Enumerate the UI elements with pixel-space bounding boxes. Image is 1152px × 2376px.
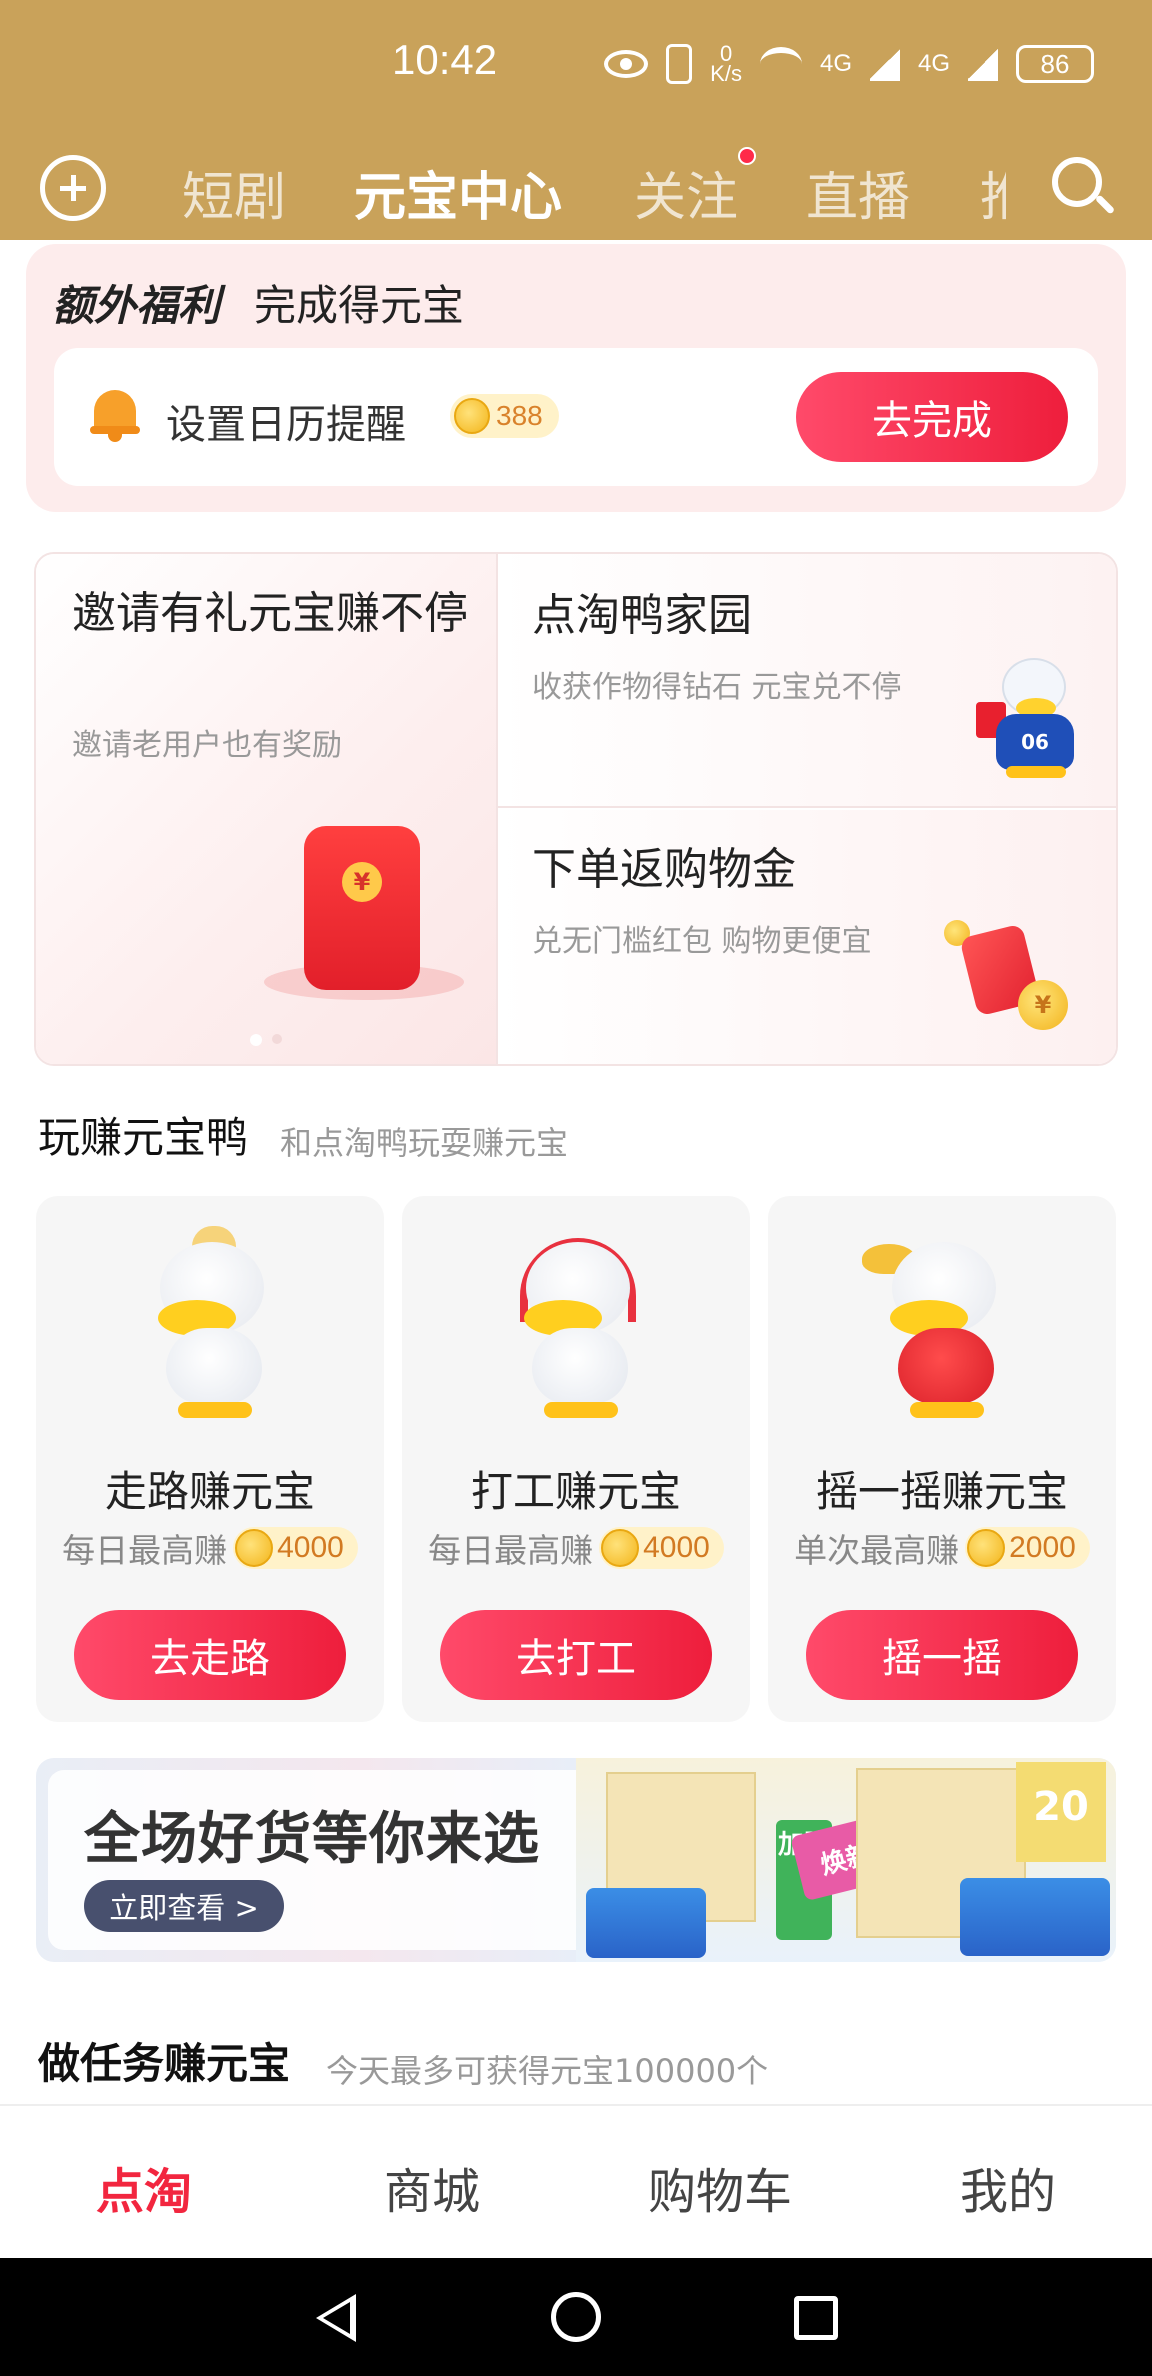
carousel-dots [250, 1034, 282, 1046]
banner-product-image: 加赠 焕新升级 20 [576, 1758, 1116, 1962]
count-tag: 20 [1016, 1762, 1106, 1862]
headphone-duck-icon [496, 1226, 656, 1426]
shake-button[interactable]: 摇一摇 [806, 1610, 1078, 1700]
battery-icon: 86 [1016, 45, 1094, 83]
fortune-duck-icon [862, 1226, 1022, 1426]
tab-coin-center[interactable]: 元宝中心 [354, 155, 562, 230]
yuan-coin-icon: ¥ [1018, 980, 1068, 1030]
top-nav: 短剧 元宝中心 关注 直播 推 [0, 135, 1152, 240]
extra-bonus-card: 额外福利 完成得元宝 设置日历提醒 388 去完成 [26, 244, 1126, 512]
reward-amount: 2000 [1009, 1531, 1076, 1564]
signal-icon-2: 4G [917, 50, 950, 77]
reward-amount: 4000 [643, 1531, 710, 1564]
task-label: 设置日历提醒 [166, 402, 406, 448]
coin-icon [454, 398, 490, 434]
game-limit: 每日最高赚 4000 [36, 1524, 384, 1572]
view-now-button[interactable]: 立即查看 > [84, 1880, 284, 1932]
bottom-nav-mall[interactable]: 商城 [288, 2152, 576, 2222]
limit-label: 每日最高赚 [428, 1531, 594, 1570]
play-section-subtitle: 和点淘鸭玩耍赚元宝 [280, 1124, 569, 1162]
play-section-title: 玩赚元宝鸭 [38, 1113, 249, 1162]
coin-icon [601, 1529, 640, 1567]
task-section-subtitle: 今天最多可获得元宝100000个 [326, 2052, 769, 2090]
search-icon[interactable] [1050, 155, 1116, 221]
invite-subtitle: 邀请老用户也有奖励 [72, 728, 342, 763]
extra-bonus-subtitle: 完成得元宝 [254, 281, 465, 330]
task-section-title: 做任务赚元宝 [38, 2039, 291, 2088]
back-icon-inner [323, 2302, 350, 2334]
game-card-work[interactable]: 打工赚元宝 每日最高赚 4000 去打工 [402, 1196, 750, 1722]
notification-dot [738, 147, 756, 165]
tissue-pack-image [586, 1888, 706, 1958]
banner-title: 全场好货等你来选 [84, 1807, 540, 1872]
reward-badge: 4000 [233, 1527, 358, 1569]
limit-label: 单次最高赚 [794, 1531, 960, 1570]
duck-home-title: 点淘鸭家园 [532, 590, 752, 641]
game-name: 打工赚元宝 [470, 1467, 681, 1516]
wifi-icon [759, 47, 802, 81]
cashback-subtitle: 兑无门槛红包 购物更便宜 [532, 924, 872, 959]
invite-promo[interactable]: 邀请有礼元宝赚不停 邀请老用户也有奖励 ¥ [36, 554, 496, 1064]
order-cashback-promo[interactable]: 下单返购物金 兑无门槛红包 购物更便宜 ¥ [498, 810, 1116, 1064]
go-walk-button[interactable]: 去走路 [74, 1610, 346, 1700]
invite-title: 邀请有礼元宝赚不停 [72, 588, 468, 639]
reward-amount: 4000 [277, 1531, 344, 1564]
packet-seal: ¥ [342, 862, 382, 902]
game-name: 走路赚元宝 [104, 1467, 315, 1516]
bottom-nav: 点淘 商城 购物车 我的 [0, 2104, 1152, 2258]
add-icon[interactable] [40, 155, 106, 221]
top-header: 10:42 0K/s 4G 4G 86 短剧 元宝中心 关注 直播 推 [0, 0, 1152, 240]
system-nav-bar [0, 2258, 1152, 2376]
bottom-nav-me[interactable]: 我的 [864, 2152, 1152, 2222]
tab-live[interactable]: 直播 [806, 155, 910, 230]
net-speed: 0 K/s [710, 41, 742, 86]
reward-amount: 388 [496, 400, 543, 431]
tab-short-drama[interactable]: 短剧 [182, 155, 286, 230]
status-icons: 0 K/s 4G 4G 86 [604, 41, 1094, 86]
promo-banner[interactable]: 全场好货等你来选 立即查看 > 加赠 焕新升级 20 [36, 1758, 1116, 1962]
bottom-nav-cart[interactable]: 购物车 [576, 2152, 864, 2222]
coin-icon [967, 1529, 1006, 1567]
recent-apps-icon[interactable] [794, 2296, 838, 2340]
duck-home-subtitle: 收获作物得钻石 元宝兑不停 [532, 670, 902, 705]
vibrate-icon [666, 44, 693, 84]
game-name: 摇一摇赚元宝 [815, 1467, 1068, 1516]
eye-icon [604, 50, 649, 78]
red-packet-icon: ¥ [304, 826, 420, 990]
game-card-shake[interactable]: 摇一摇赚元宝 单次最高赚 2000 摇一摇 [768, 1196, 1116, 1722]
status-bar: 10:42 0 K/s 4G 4G 86 [0, 0, 1152, 135]
promo-grid: 邀请有礼元宝赚不停 邀请老用户也有奖励 ¥ 点淘鸭家园 收获作物得钻石 元宝兑不… [34, 552, 1118, 1066]
extra-bonus-title: 额外福利 [52, 281, 221, 330]
calendar-reminder-task: 设置日历提醒 388 去完成 [54, 348, 1098, 486]
duck-mascot-icon: 06 [976, 658, 1086, 778]
tissue-pack-image [960, 1878, 1110, 1956]
tab-recommend[interactable]: 推 [980, 155, 1006, 230]
limit-label: 每日最高赚 [62, 1531, 228, 1570]
tab-follow[interactable]: 关注 [634, 155, 738, 230]
cashback-title: 下单返购物金 [532, 844, 796, 895]
game-limit: 单次最高赚 2000 [768, 1524, 1116, 1572]
walking-duck-icon [130, 1226, 290, 1426]
reward-badge: 2000 [965, 1527, 1090, 1569]
bottom-nav-diantao[interactable]: 点淘 [0, 2152, 288, 2222]
signal-bars-icon-1 [869, 47, 900, 81]
duck-home-promo[interactable]: 点淘鸭家园 收获作物得钻石 元宝兑不停 06 [498, 554, 1116, 808]
home-icon[interactable] [551, 2292, 601, 2342]
game-card-walk[interactable]: 走路赚元宝 每日最高赚 4000 去走路 [36, 1196, 384, 1722]
game-limit: 每日最高赚 4000 [402, 1524, 750, 1572]
reward-badge: 4000 [599, 1527, 724, 1569]
bell-icon [90, 388, 140, 442]
reward-badge: 388 [450, 394, 559, 438]
shirt-number: 06 [996, 714, 1074, 770]
go-complete-button[interactable]: 去完成 [796, 372, 1068, 462]
go-work-button[interactable]: 去打工 [440, 1610, 712, 1700]
status-time: 10:42 [392, 36, 498, 83]
signal-icon-1: 4G [819, 50, 852, 77]
coin-icon [235, 1529, 274, 1567]
signal-bars-icon-2 [968, 47, 998, 81]
